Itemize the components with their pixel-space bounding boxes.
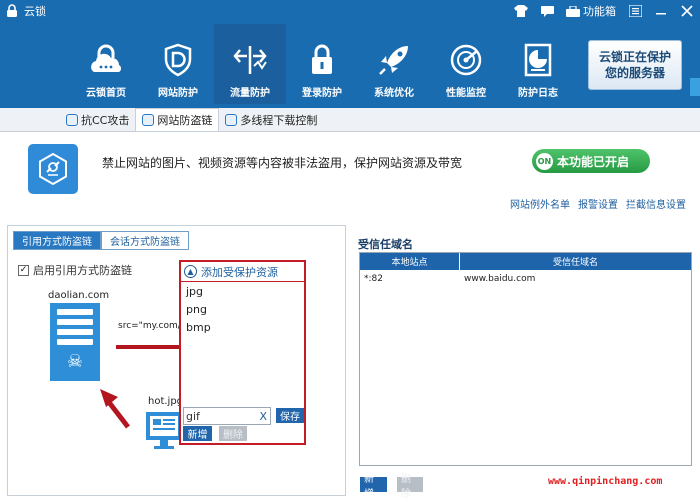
tool-label: 性能监控: [446, 88, 486, 99]
tool-label: 网站防护: [158, 88, 198, 99]
tab-download-control[interactable]: 多线程下载控制: [219, 109, 323, 131]
add-resource-button[interactable]: 新增: [183, 426, 212, 441]
tool-traffic-protect[interactable]: 流量防护: [214, 24, 286, 104]
side-expand-handle[interactable]: [690, 78, 700, 96]
link-exception-list[interactable]: 网站例外名单: [510, 196, 570, 211]
skin-icon[interactable]: [508, 0, 534, 22]
mode-tabs: 引用方式防盗链 会话方式防盗链: [13, 231, 189, 250]
traffic-icon: [233, 46, 267, 74]
popup-title: 添加受保护资源: [201, 265, 278, 279]
tool-label: 云锁首页: [86, 88, 126, 99]
shield-icon: [225, 114, 238, 126]
toolbox-label: 功能箱: [583, 5, 616, 18]
server-illustration: ☠: [50, 303, 100, 381]
enable-checkbox[interactable]: ✓: [18, 264, 29, 276]
menu-icon[interactable]: [622, 0, 648, 22]
delete-resource-button[interactable]: 删除: [219, 426, 247, 441]
add-domain-button[interactable]: 新增: [360, 474, 387, 500]
log-icon: [524, 43, 552, 77]
tool-web-protect[interactable]: 网站防护: [142, 24, 214, 104]
tool-label: 登录防护: [302, 88, 342, 99]
toolbox-button[interactable]: 功能箱: [560, 3, 622, 19]
lock-cloud-icon: [91, 44, 122, 72]
shield-icon: [142, 114, 155, 126]
tab-anti-hotlink[interactable]: 网站防盗链: [135, 108, 220, 131]
popup-header[interactable]: ▲ 添加受保护资源: [181, 262, 304, 282]
tab-referer-mode[interactable]: 引用方式防盗链: [13, 231, 101, 250]
resource-input-value: gif: [186, 409, 200, 423]
protect-line1: 云锁正在保护: [598, 50, 671, 64]
tool-performance-monitor[interactable]: 性能监控: [430, 24, 502, 104]
tab-session-mode[interactable]: 会话方式防盗链: [101, 231, 189, 250]
clear-icon[interactable]: X: [259, 410, 267, 423]
trusted-domains-title: 受信任域名: [358, 238, 413, 251]
protect-line2: 您的服务器: [604, 66, 665, 80]
window-title: 云锁: [24, 5, 46, 18]
toggle-badge: ON: [536, 152, 553, 170]
feature-toggle[interactable]: ON 本功能已开启: [532, 149, 650, 173]
list-item[interactable]: bmp: [186, 321, 211, 335]
sub-tab-bar: 抗CC攻击 网站防盗链 多线程下载控制: [0, 108, 700, 132]
tab-anti-cc[interactable]: 抗CC攻击: [60, 109, 135, 131]
rocket-icon: [379, 46, 408, 75]
title-bar: 云锁 功能箱: [0, 0, 700, 22]
link-block-info-settings[interactable]: 拦截信息设置: [626, 196, 686, 211]
enable-referer-row[interactable]: ✓ 启用引用方式防盗链: [18, 262, 132, 278]
table-header: 本地站点 受信任域名: [360, 253, 691, 270]
list-item[interactable]: jpg: [186, 285, 211, 299]
main-toolbar: 云锁首页 网站防护 流量防护 登录防护 系统优化 性能监控 防护日志: [70, 24, 574, 104]
tab-label: 抗CC攻击: [81, 114, 130, 127]
watermark: www.qinpinchang.com: [548, 476, 663, 487]
tool-label: 系统优化: [374, 88, 414, 99]
tool-protect-log[interactable]: 防护日志: [502, 24, 574, 104]
delete-domain-button[interactable]: 删除: [397, 474, 423, 500]
link-alarm-settings[interactable]: 报警设置: [578, 196, 618, 211]
feature-description: 禁止网站的图片、视频资源等内容被非法盗用，保护网站资源及带宽: [102, 156, 463, 170]
site-label: daolian.com: [48, 290, 110, 301]
table-row[interactable]: *:82 www.baidu.com: [360, 270, 691, 287]
tab-label: 多线程下载控制: [240, 114, 318, 127]
settings-links: 网站例外名单 报警设置 拦截信息设置: [510, 196, 686, 211]
enable-label: 启用引用方式防盗链: [33, 264, 132, 277]
arrow-icon: [100, 389, 130, 429]
shield-icon: [66, 114, 78, 126]
skull-icon: ☠: [66, 351, 84, 372]
tool-home[interactable]: 云锁首页: [70, 24, 142, 104]
radar-icon: [450, 44, 482, 76]
trusted-domains-table: 本地站点 受信任域名 *:82 www.baidu.com: [359, 252, 692, 466]
monitor-icon: [146, 412, 182, 449]
chevron-up-icon[interactable]: ▲: [184, 265, 197, 278]
message-icon[interactable]: [534, 0, 560, 22]
shield-d-icon: [164, 43, 192, 77]
padlock-icon: [312, 44, 332, 74]
app-logo-icon: [5, 4, 19, 18]
save-button[interactable]: 保存: [276, 408, 304, 423]
tool-login-protect[interactable]: 登录防护: [286, 24, 358, 104]
tab-label: 网站防盗链: [157, 114, 213, 127]
toggle-label: 本功能已开启: [557, 154, 630, 169]
tool-label: 流量防护: [230, 88, 270, 99]
cell-local-site: *:82: [364, 273, 383, 284]
column-local-site: 本地站点: [360, 253, 460, 270]
blocked-link-line: [116, 345, 180, 349]
cell-trusted-domain: www.baidu.com: [464, 273, 536, 284]
resource-list: jpg png bmp: [186, 285, 211, 335]
column-trusted-domain: 受信任域名: [552, 258, 598, 268]
tool-system-optimize[interactable]: 系统优化: [358, 24, 430, 104]
hotlink-feature-icon: [28, 144, 78, 194]
close-icon[interactable]: [674, 0, 700, 22]
resource-input[interactable]: gif X: [183, 407, 271, 425]
tool-label: 防护日志: [518, 88, 558, 99]
list-item[interactable]: png: [186, 303, 211, 317]
protect-status-button[interactable]: 云锁正在保护 您的服务器: [588, 40, 682, 90]
minimize-icon[interactable]: [648, 0, 674, 22]
hot-file-label: hot.jpg: [148, 396, 184, 407]
